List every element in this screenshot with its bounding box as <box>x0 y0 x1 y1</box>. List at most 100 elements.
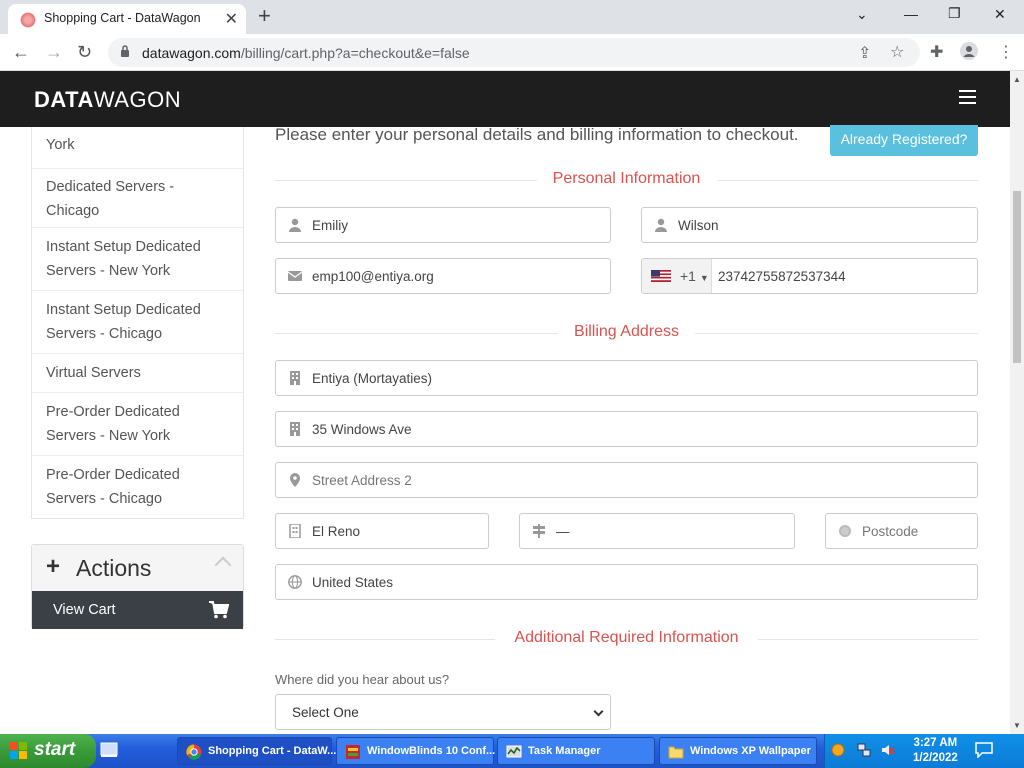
task-manager-icon <box>506 745 522 758</box>
dial-code-value: +1 <box>680 268 696 284</box>
page-scrollbar[interactable]: ▲ ▼ <box>1010 71 1024 734</box>
sidebar-item-preorder-new-york[interactable]: Pre-Order Dedicated Servers - New York <box>32 393 243 456</box>
back-icon[interactable]: ← <box>12 42 30 63</box>
share-icon[interactable]: ⇪ <box>858 43 871 63</box>
start-button[interactable]: start <box>0 734 96 768</box>
country-code-selector[interactable]: +1 ▼ <box>642 259 712 293</box>
forward-icon[interactable]: → <box>45 42 63 63</box>
building-icon <box>289 524 301 538</box>
billing-address-title: Billing Address <box>574 323 679 340</box>
extensions-icon[interactable]: ✚ <box>930 42 943 62</box>
show-desktop-icon[interactable] <box>100 742 118 758</box>
globe-icon <box>288 575 302 589</box>
browser-tabstrip: Shopping Cart - DataWagon ✕ + ⌄ — ❐ ✕ <box>0 0 1024 34</box>
hamburger-menu-icon[interactable] <box>959 90 976 104</box>
postcode-field[interactable]: Postcode <box>825 513 978 549</box>
hear-about-us-select[interactable]: Select One <box>275 694 611 730</box>
taskbar-clock[interactable]: 3:27 AM 1/2/2022 <box>913 736 958 766</box>
taskbar-item-windowblinds[interactable]: WindowBlinds 10 Conf... <box>336 737 496 765</box>
chevron-down-icon <box>593 706 604 717</box>
bookmark-star-icon[interactable]: ☆ <box>890 42 904 62</box>
tray-orange-icon[interactable] <box>831 743 845 757</box>
last-name-field[interactable]: Wilson <box>641 207 978 243</box>
new-tab-icon[interactable]: + <box>258 4 271 28</box>
volume-muted-icon[interactable] <box>881 743 895 757</box>
sidebar-item-virtual-servers[interactable]: Virtual Servers <box>32 354 243 393</box>
taskbar-item-label: WindowBlinds 10 Conf... <box>367 745 496 757</box>
sidebar-item-label: Pre-Order Dedicated <box>46 404 180 420</box>
personal-info-title: Personal Information <box>552 170 701 187</box>
sidebar-item-instant-new-york[interactable]: Instant Setup Dedicated Servers - New Yo… <box>32 228 243 291</box>
network-icon[interactable] <box>857 743 871 757</box>
scrollbar-thumb[interactable] <box>1013 191 1021 363</box>
menu-kebab-icon[interactable]: ⋮ <box>998 42 1014 62</box>
email-value: emp100@entiya.org <box>312 269 434 284</box>
phone-field[interactable]: +1 ▼ 23742755872537344 <box>641 258 978 294</box>
url-path: /billing/cart.php?a=checkout&e=false <box>240 45 470 61</box>
clock-time: 3:27 AM <box>913 737 958 749</box>
billing-address-heading: Billing Address <box>275 323 978 343</box>
tab-search-chevron-icon[interactable]: ⌄ <box>856 6 868 23</box>
state-select[interactable]: — <box>519 513 795 549</box>
minimize-icon[interactable]: — <box>904 6 918 22</box>
taskbar-item-label: Task Manager <box>528 745 601 757</box>
chrome-icon <box>186 744 202 760</box>
additional-info-heading: Additional Required Information <box>275 629 978 649</box>
view-cart-button[interactable]: View Cart <box>32 591 243 629</box>
first-name-value: Emiliy <box>312 218 348 233</box>
company-name-field[interactable]: Entiya (Mortayaties) <box>275 360 978 396</box>
close-tab-icon[interactable]: ✕ <box>225 9 238 29</box>
country-value: United States <box>312 575 394 590</box>
site-logo[interactable]: DATAWAGON <box>34 87 181 113</box>
plus-icon: + <box>46 553 61 580</box>
checkout-intro-text: Please enter your personal details and b… <box>275 125 799 144</box>
sidebar-item-dedicated-chicago[interactable]: Dedicated Servers - Chicago <box>32 171 243 228</box>
restore-icon[interactable]: ❐ <box>948 5 961 22</box>
notification-icon[interactable] <box>975 742 993 758</box>
window-close-icon[interactable]: ✕ <box>994 6 1006 23</box>
browser-tab[interactable]: Shopping Cart - DataWagon ✕ <box>8 4 246 34</box>
sidebar-item-label: Servers - Chicago <box>46 326 163 342</box>
personal-info-heading: Personal Information <box>275 170 978 190</box>
sidebar-item-preorder-chicago[interactable]: Pre-Order Dedicated Servers - Chicago <box>32 456 243 518</box>
address1-value: 35 Windows Ave <box>312 422 412 437</box>
address2-field[interactable]: Street Address 2 <box>275 462 978 498</box>
taskbar-item-task-manager[interactable]: Task Manager <box>497 737 655 765</box>
already-registered-button[interactable]: Already Registered? <box>830 125 978 156</box>
scroll-down-icon[interactable]: ▼ <box>1013 721 1021 730</box>
sidebar-item-label: Virtual Servers <box>46 365 141 381</box>
first-name-field[interactable]: Emiliy <box>275 207 611 243</box>
taskbar-item-chrome[interactable]: Shopping Cart - DataW... <box>177 737 336 765</box>
certificate-icon <box>839 525 851 537</box>
address1-field[interactable]: 35 Windows Ave <box>275 411 978 447</box>
clock-date: 1/2/2022 <box>913 752 958 764</box>
folder-icon <box>668 746 684 759</box>
reload-icon[interactable]: ↻ <box>77 42 92 63</box>
address-bar[interactable]: datawagon.com/billing/cart.php?a=checkou… <box>108 38 920 67</box>
sidebar-item-label: Chicago <box>46 203 100 219</box>
email-field[interactable]: emp100@entiya.org <box>275 258 611 294</box>
map-marker-icon <box>290 473 300 487</box>
system-tray: 3:27 AM 1/2/2022 <box>824 734 1024 768</box>
taskbar-item-label: Shopping Cart - DataW... <box>208 745 337 757</box>
envelope-icon <box>288 271 302 281</box>
scroll-up-icon[interactable]: ▲ <box>1013 75 1021 84</box>
sidebar-item-dedicated-new-york[interactable]: York <box>32 133 243 169</box>
sidebar-item-instant-chicago[interactable]: Instant Setup Dedicated Servers - Chicag… <box>32 291 243 354</box>
hear-about-us-label: Where did you hear about us? <box>275 672 450 687</box>
start-label: start <box>34 739 76 760</box>
windows-taskbar: start Shopping Cart - DataW... WindowBli… <box>0 734 1024 768</box>
browser-toolbar: ← → ↻ datawagon.com/billing/cart.php?a=c… <box>0 34 1024 71</box>
city-value: El Reno <box>312 524 361 539</box>
sidebar-item-label: Instant Setup Dedicated <box>46 302 201 318</box>
chevron-up-icon[interactable] <box>214 556 232 574</box>
taskbar-item-wallpaper-folder[interactable]: Windows XP Wallpaper <box>659 737 817 765</box>
site-favicon-icon <box>20 12 36 28</box>
url-text: datawagon.com/billing/cart.php?a=checkou… <box>142 45 470 61</box>
actions-panel-header[interactable]: + Actions <box>32 545 243 591</box>
view-cart-label: View Cart <box>53 602 116 618</box>
user-icon <box>289 218 301 232</box>
profile-icon[interactable] <box>960 42 978 60</box>
city-field[interactable]: El Reno <box>275 513 489 549</box>
country-select[interactable]: United States <box>275 564 978 600</box>
